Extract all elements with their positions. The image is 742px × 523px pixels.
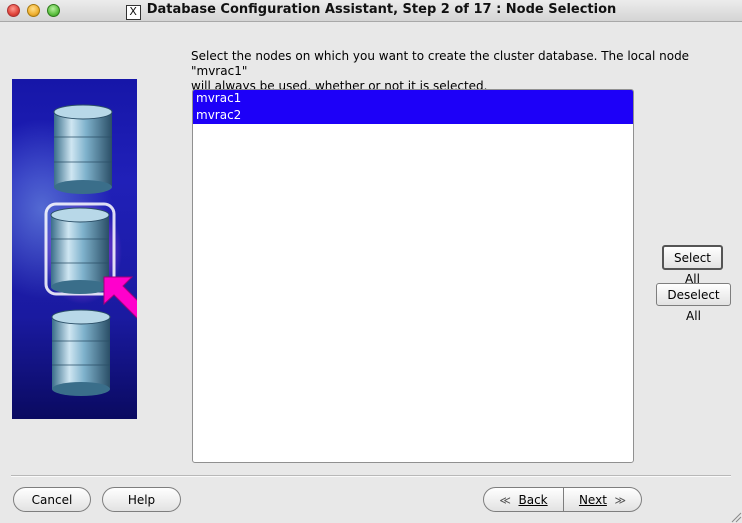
cancel-button[interactable]: Cancel: [13, 487, 91, 512]
help-button[interactable]: Help: [102, 487, 181, 512]
back-button-label: Back: [518, 493, 548, 507]
window-titlebar: X Database Configuration Assistant, Step …: [0, 0, 742, 22]
next-arrow-icon: ≫: [614, 494, 627, 507]
node-list-item-mvrac1[interactable]: mvrac1: [193, 90, 633, 107]
next-button-label: Next: [578, 493, 607, 507]
node-list[interactable]: mvrac1 mvrac2: [192, 89, 634, 463]
footer-separator: [11, 475, 731, 477]
database-cylinders-illustration: [12, 104, 137, 396]
database-cylinder-top: [53, 104, 113, 194]
wizard-banner-image: [12, 79, 137, 419]
database-cylinder-bottom: [51, 309, 111, 396]
select-all-button[interactable]: Select All: [662, 245, 723, 286]
instruction-text: Select the nodes on which you want to cr…: [191, 49, 731, 94]
x11-app-icon: X: [125, 5, 141, 20]
next-button[interactable]: Next ≫: [563, 487, 642, 512]
back-button[interactable]: ≪ Back: [483, 487, 564, 512]
back-arrow-icon: ≪: [499, 494, 511, 507]
deselect-all-button[interactable]: Deselect All: [656, 283, 731, 323]
instruction-line-1: Select the nodes on which you want to cr…: [191, 49, 690, 78]
window-title: Database Configuration Assistant, Step 2…: [146, 2, 617, 17]
resize-grip-icon[interactable]: [730, 511, 742, 523]
node-list-item-mvrac2[interactable]: mvrac2: [193, 107, 633, 124]
window-title-container: X Database Configuration Assistant, Step …: [0, 2, 742, 20]
